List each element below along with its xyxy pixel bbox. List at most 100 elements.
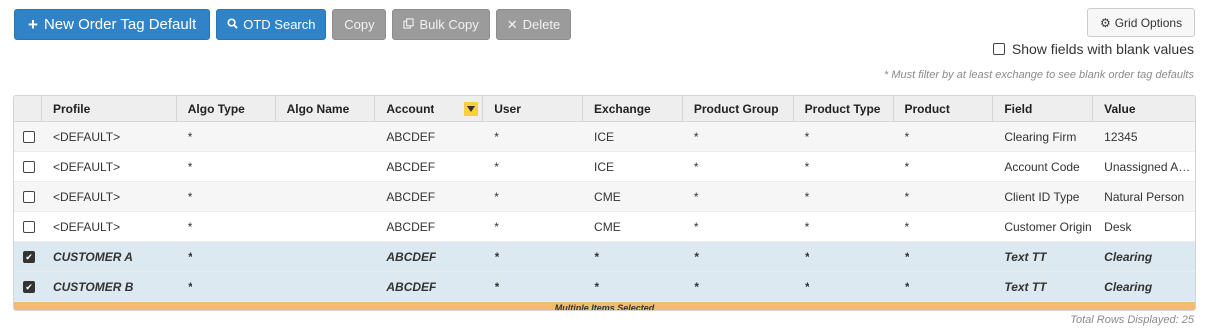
cell-user: *	[494, 129, 499, 144]
bulk-copy-label: Bulk Copy	[419, 17, 479, 32]
cell-exchange: *	[594, 249, 599, 264]
cell-account: ABCDEF	[386, 279, 437, 294]
row-checkbox-checked[interactable]: ✔	[23, 280, 35, 293]
table-row[interactable]: <DEFAULT> * ABCDEF * ICE * * * Clearing …	[14, 122, 1195, 152]
grid-options-button[interactable]: ⚙ Grid Options	[1087, 8, 1195, 37]
show-blank-values-label: Show fields with blank values	[1011, 41, 1194, 57]
filter-note: * Must filter by at least exchange to se…	[883, 69, 1194, 81]
row-checkbox[interactable]	[23, 220, 35, 233]
cell-value: Unassigned Account	[1104, 159, 1195, 174]
cell-algo-name	[276, 122, 376, 151]
otd-search-button[interactable]: OTD Search	[216, 9, 327, 40]
cell-product: *	[904, 219, 910, 234]
grid-header-row: Profile Algo Type Algo Name Account User…	[14, 96, 1195, 122]
table-row[interactable]: <DEFAULT> * ABCDEF * CME * * * Customer …	[14, 212, 1195, 242]
cell-user: *	[494, 249, 499, 264]
header-value[interactable]: Value	[1093, 96, 1195, 122]
header-select-column	[14, 96, 42, 122]
cell-product-type: *	[804, 129, 810, 144]
gear-icon: ⚙	[1099, 15, 1111, 30]
header-product-type[interactable]: Product Type	[794, 96, 894, 122]
cell-user: *	[494, 189, 499, 204]
cell-algo-type: *	[187, 159, 193, 174]
delete-button[interactable]: ✕ Delete	[495, 9, 572, 40]
new-order-tag-default-label: New Order Tag Default	[43, 16, 197, 33]
cell-account: ABCDEF	[386, 159, 436, 174]
total-rows-footer: Total Rows Displayed: 25	[1070, 314, 1194, 326]
cell-algo-name	[276, 212, 376, 241]
new-order-tag-default-button[interactable]: + New Order Tag Default	[14, 9, 211, 40]
cell-algo-type: *	[187, 129, 193, 144]
cell-profile: CUSTOMER A	[52, 249, 133, 264]
cell-algo-type: *	[187, 219, 193, 234]
cell-field: Clearing Firm	[1004, 129, 1077, 144]
cell-product-type: *	[804, 249, 810, 264]
table-row[interactable]: <DEFAULT> * ABCDEF * ICE * * * Account C…	[14, 152, 1195, 182]
cell-profile: <DEFAULT>	[52, 129, 121, 144]
cell-exchange: ICE	[594, 159, 615, 174]
cell-exchange: CME	[594, 219, 621, 234]
row-checkbox[interactable]	[23, 190, 35, 203]
show-blank-values-toggle[interactable]: Show fields with blank values	[992, 41, 1194, 57]
cell-field: Text TT	[1004, 249, 1047, 264]
cell-value: Clearing	[1104, 279, 1153, 294]
cell-algo-name	[276, 272, 376, 301]
cell-exchange: *	[594, 279, 599, 294]
header-account[interactable]: Account	[375, 96, 484, 122]
cell-account: ABCDEF	[386, 189, 436, 204]
cell-field: Text TT	[1004, 279, 1047, 294]
row-checkbox[interactable]	[23, 160, 35, 173]
cell-exchange: ICE	[594, 129, 615, 144]
cell-product-type: *	[804, 189, 810, 204]
row-checkbox[interactable]	[23, 130, 35, 143]
cell-value: Natural Person	[1104, 189, 1185, 204]
header-algo-name[interactable]: Algo Name	[276, 96, 376, 122]
header-field[interactable]: Field	[993, 96, 1094, 122]
cell-product: *	[904, 249, 910, 264]
cell-algo-type: *	[187, 279, 193, 294]
copy-icon	[403, 17, 415, 32]
cell-product-group: *	[693, 159, 699, 174]
delete-label: Delete	[522, 17, 561, 32]
cell-user: *	[494, 279, 499, 294]
cell-product: *	[904, 159, 910, 174]
toolbar: + New Order Tag Default OTD Search Copy …	[14, 9, 572, 40]
cell-algo-type: *	[187, 189, 193, 204]
filter-icon[interactable]	[464, 101, 479, 116]
table-row[interactable]: <DEFAULT> * ABCDEF * CME * * * Client ID…	[14, 182, 1195, 212]
table-row-selected[interactable]: ✔ CUSTOMER A * ABCDEF * * * * * Text TT …	[14, 242, 1195, 272]
header-profile[interactable]: Profile	[42, 96, 177, 122]
cell-product-group: *	[693, 279, 699, 294]
cell-profile: <DEFAULT>	[52, 189, 121, 204]
table-row-selected[interactable]: ✔ CUSTOMER B * ABCDEF * * * * * Text TT …	[14, 272, 1195, 302]
bulk-copy-button[interactable]: Bulk Copy	[392, 9, 490, 40]
copy-button[interactable]: Copy	[332, 9, 387, 40]
cell-field: Account Code	[1004, 159, 1080, 174]
cell-product-group: *	[693, 219, 699, 234]
cell-value: Desk	[1104, 219, 1132, 234]
cell-product-type: *	[804, 279, 810, 294]
search-icon	[227, 17, 238, 32]
cell-product-group: *	[693, 189, 699, 204]
grid-options-label: Grid Options	[1114, 15, 1183, 30]
times-icon: ✕	[506, 16, 518, 32]
cell-account: ABCDEF	[386, 249, 437, 264]
header-product-group[interactable]: Product Group	[683, 96, 794, 122]
otd-search-label: OTD Search	[243, 17, 316, 32]
cell-algo-type: *	[187, 249, 193, 264]
cell-account: ABCDEF	[386, 219, 436, 234]
cell-product-type: *	[804, 219, 810, 234]
cell-value: 12345	[1104, 129, 1138, 144]
cell-account: ABCDEF	[386, 129, 436, 144]
cell-product: *	[904, 189, 910, 204]
cell-algo-name	[276, 182, 376, 211]
row-checkbox-checked[interactable]: ✔	[23, 250, 35, 263]
header-algo-type[interactable]: Algo Type	[177, 96, 276, 122]
cell-profile: <DEFAULT>	[52, 159, 121, 174]
header-exchange[interactable]: Exchange	[583, 96, 683, 122]
header-product[interactable]: Product	[894, 96, 994, 122]
show-blank-values-checkbox[interactable]	[992, 43, 1005, 55]
header-user[interactable]: User	[483, 96, 584, 122]
cell-product: *	[904, 279, 910, 294]
plus-icon: +	[28, 14, 38, 34]
